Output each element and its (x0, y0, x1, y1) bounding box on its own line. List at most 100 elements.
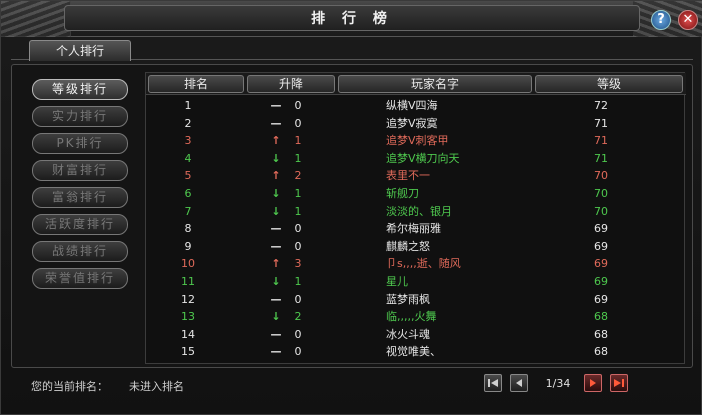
menu-strength-ranking[interactable]: 实力排行 (32, 106, 128, 127)
change-cell: 1 (294, 151, 302, 165)
table-row[interactable]: 5 ↑ 2 表里不一 70 (146, 167, 686, 185)
change-cell: 1 (294, 204, 302, 218)
change-cell: 2 (294, 310, 302, 324)
change-cell: 1 (294, 275, 302, 288)
level-cell: 69 (594, 239, 608, 253)
trend-arrow-icon: ↓ (271, 187, 281, 200)
trend-arrow-icon: ↓ (271, 310, 281, 324)
table-row[interactable]: 9 — 0 麒麟之怒 69 (146, 238, 686, 256)
rank-cell: 4 (184, 151, 192, 165)
rank-cell: 15 (181, 345, 195, 359)
player-name-cell: 麒麟之怒 (386, 239, 430, 253)
level-cell: 70 (594, 204, 608, 218)
change-cell: 1 (294, 187, 302, 200)
current-rank-value: 未进入排名 (129, 380, 184, 393)
table-row[interactable]: 3 ↑ 1 追梦V刺客甲 71 (146, 132, 686, 150)
table-row[interactable]: 7 ↓ 1 淡淡的、银月 70 (146, 203, 686, 221)
table-row[interactable]: 14 — 0 冰火斗魂 68 (146, 326, 686, 344)
menu-level-ranking[interactable]: 等级排行 (32, 79, 128, 100)
level-cell: 69 (594, 222, 608, 236)
table-row[interactable]: 4 ↓ 1 追梦V横刀向天 71 (146, 150, 686, 168)
last-page-icon (614, 379, 624, 387)
table-row[interactable]: 13 ↓ 2 临,,,,,火舞 68 (146, 308, 686, 326)
menu-honor-ranking[interactable]: 荣誉值排行 (32, 268, 128, 289)
table-row[interactable]: 10 ↑ 3 卩s,,,,逝、随风 69 (146, 255, 686, 273)
change-cell: 3 (294, 257, 302, 271)
column-header-rank[interactable]: 排名 (148, 75, 244, 93)
table-row[interactable]: 15 — 0 视觉唯美、 68 (146, 343, 686, 361)
level-cell: 70 (594, 169, 608, 183)
rank-cell: 3 (184, 134, 192, 148)
tab-strip: 个人排行 (11, 38, 693, 61)
ranking-category-menu: 等级排行 实力排行 PK排行 财富排行 富翁排行 活跃度排行 战绩排行 荣誉值排… (19, 74, 137, 368)
menu-battle-ranking[interactable]: 战绩排行 (32, 241, 128, 262)
player-name-cell: 卩s,,,,逝、随风 (386, 257, 461, 271)
trend-arrow-icon: ↑ (271, 134, 281, 148)
first-page-button[interactable] (484, 374, 502, 392)
level-cell: 69 (594, 257, 608, 271)
player-name-cell: 蓝梦雨枫 (386, 292, 430, 306)
next-page-button[interactable] (584, 374, 602, 392)
rank-cell: 6 (184, 187, 192, 200)
player-name-cell: 希尔梅丽雅 (386, 222, 441, 236)
trend-arrow-icon: ↑ (271, 169, 281, 183)
table-row[interactable]: 1 — 0 纵横V四海 72 (146, 97, 686, 115)
menu-pk-ranking[interactable]: PK排行 (32, 133, 128, 154)
rank-cell: 10 (181, 257, 195, 271)
trend-arrow-icon: ↓ (271, 204, 281, 218)
trend-arrow-icon: ↓ (271, 151, 281, 165)
table-row[interactable]: 2 — 0 追梦V寂寞 71 (146, 115, 686, 133)
level-cell: 72 (594, 99, 608, 112)
trend-arrow-icon: — (270, 327, 282, 341)
player-name-cell: 斩舰刀 (386, 187, 419, 200)
player-name-cell: 纵横V四海 (386, 99, 438, 112)
column-header-level[interactable]: 等级 (535, 75, 683, 93)
rank-cell: 14 (181, 327, 195, 341)
player-name-cell: 追梦V刺客甲 (386, 134, 449, 148)
title-bar[interactable]: 排 行 榜 ? ✕ (1, 1, 702, 37)
prev-page-icon (516, 379, 522, 387)
ranking-window: 排 行 榜 ? ✕ 个人排行 等级排行 实力排行 PK排行 财富排行 富翁排行 … (0, 0, 702, 415)
column-header-name[interactable]: 玩家名字 (338, 75, 532, 93)
change-cell: 1 (294, 134, 302, 148)
page-indicator: 1/34 (545, 377, 571, 390)
change-cell: 0 (294, 99, 302, 112)
player-name-cell: 追梦V寂寞 (386, 116, 438, 130)
player-name-cell: 视觉唯美、 (386, 345, 441, 359)
help-button[interactable]: ? (651, 10, 671, 30)
table-row[interactable]: 6 ↓ 1 斩舰刀 70 (146, 185, 686, 203)
change-cell: 2 (294, 169, 302, 183)
rank-cell: 11 (181, 275, 195, 288)
prev-page-button[interactable] (510, 374, 528, 392)
table-row[interactable]: 11 ↓ 1 星儿 69 (146, 273, 686, 291)
change-cell: 0 (294, 239, 302, 253)
table-row[interactable]: 12 — 0 蓝梦雨枫 69 (146, 291, 686, 309)
trend-arrow-icon: — (270, 239, 282, 253)
change-cell: 0 (294, 292, 302, 306)
change-cell: 0 (294, 327, 302, 341)
tab-personal-ranking[interactable]: 个人排行 (29, 40, 131, 61)
table-header: 排名 升降 玩家名字 等级 (146, 73, 686, 95)
trend-arrow-icon: — (270, 345, 282, 359)
level-cell: 71 (594, 134, 608, 148)
last-page-button[interactable] (610, 374, 628, 392)
ranking-table: 排名 升降 玩家名字 等级 1 — 0 纵横V四海 72 2 — 0 追梦V寂寞 71 3 ↑ 1 追梦V… (145, 72, 686, 364)
menu-wealth-ranking[interactable]: 财富排行 (32, 160, 128, 181)
rank-cell: 8 (184, 222, 192, 236)
rank-cell: 2 (184, 116, 192, 130)
title-plate: 排 行 榜 (64, 5, 640, 31)
menu-activity-ranking[interactable]: 活跃度排行 (32, 214, 128, 235)
rank-cell: 9 (184, 239, 192, 253)
close-button[interactable]: ✕ (678, 10, 698, 30)
level-cell: 71 (594, 116, 608, 130)
change-cell: 0 (294, 116, 302, 130)
trend-arrow-icon: ↑ (271, 257, 281, 271)
next-page-icon (590, 379, 596, 387)
change-cell: 0 (294, 345, 302, 359)
footer-bar: 您的当前排名： 未进入排名 1/34 (11, 369, 693, 407)
column-header-change[interactable]: 升降 (247, 75, 335, 93)
table-row[interactable]: 8 — 0 希尔梅丽雅 69 (146, 220, 686, 238)
title-ornament-left (1, 1, 71, 37)
menu-tycoon-ranking[interactable]: 富翁排行 (32, 187, 128, 208)
level-cell: 71 (594, 151, 608, 165)
